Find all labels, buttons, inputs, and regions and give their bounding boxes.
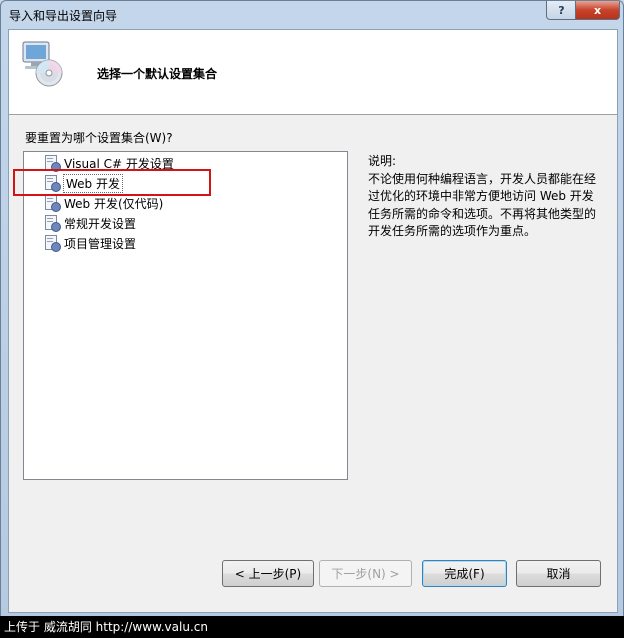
- header-title: 选择一个默认设置集合: [97, 67, 218, 81]
- help-button[interactable]: ?: [546, 1, 577, 20]
- settings-prompt-label: 要重置为哪个设置集合(W)?: [25, 131, 173, 145]
- dialog-window: 导入和导出设置向导 ? x 选择一个默认设置集合 要重置为哪个设置集合(W)?: [0, 0, 624, 618]
- list-item-label: Web 开发(仅代码): [64, 196, 164, 211]
- watermark-text: 上传于 威流胡同 http://www.valu.cn: [4, 620, 208, 634]
- list-item-web-code-only[interactable]: Web 开发(仅代码): [44, 194, 166, 212]
- description-panel: 说明: 不论使用何种编程语言，开发人员都能在经过优化的环境中非常方便地访问 We…: [368, 153, 604, 241]
- cancel-button[interactable]: 取消: [516, 560, 601, 587]
- close-button[interactable]: x: [575, 1, 620, 20]
- settings-file-icon: [44, 235, 61, 252]
- back-button[interactable]: < 上一步(P): [222, 560, 314, 587]
- watermark-bar: 上传于 威流胡同 http://www.valu.cn: [0, 616, 624, 638]
- wizard-header: 选择一个默认设置集合: [9, 30, 617, 115]
- description-heading: 说明:: [368, 154, 397, 168]
- list-item-label: 常规开发设置: [64, 216, 137, 231]
- finish-button[interactable]: 完成(F): [422, 560, 507, 587]
- title-bar[interactable]: 导入和导出设置向导 ? x: [1, 1, 623, 29]
- list-item-project-management[interactable]: 项目管理设置: [44, 234, 139, 252]
- settings-listbox[interactable]: Visual C# 开发设置 Web 开发 Web 开发(仅代码) 常规开发设置…: [23, 151, 348, 480]
- list-item-label: 项目管理设置: [64, 236, 137, 251]
- settings-file-icon: [44, 195, 61, 212]
- list-item-general[interactable]: 常规开发设置: [44, 214, 139, 232]
- computer-disc-icon: [22, 41, 63, 87]
- next-button[interactable]: 下一步(N) >: [319, 560, 412, 587]
- description-body: 不论使用何种编程语言，开发人员都能在经过优化的环境中非常方便地访问 Web 开发…: [368, 171, 597, 239]
- red-highlight-annotation: [13, 169, 211, 196]
- settings-file-icon: [44, 215, 61, 232]
- dialog-client-area: 选择一个默认设置集合 要重置为哪个设置集合(W)? Visual C# 开发设置…: [8, 29, 618, 613]
- window-title: 导入和导出设置向导: [9, 9, 118, 23]
